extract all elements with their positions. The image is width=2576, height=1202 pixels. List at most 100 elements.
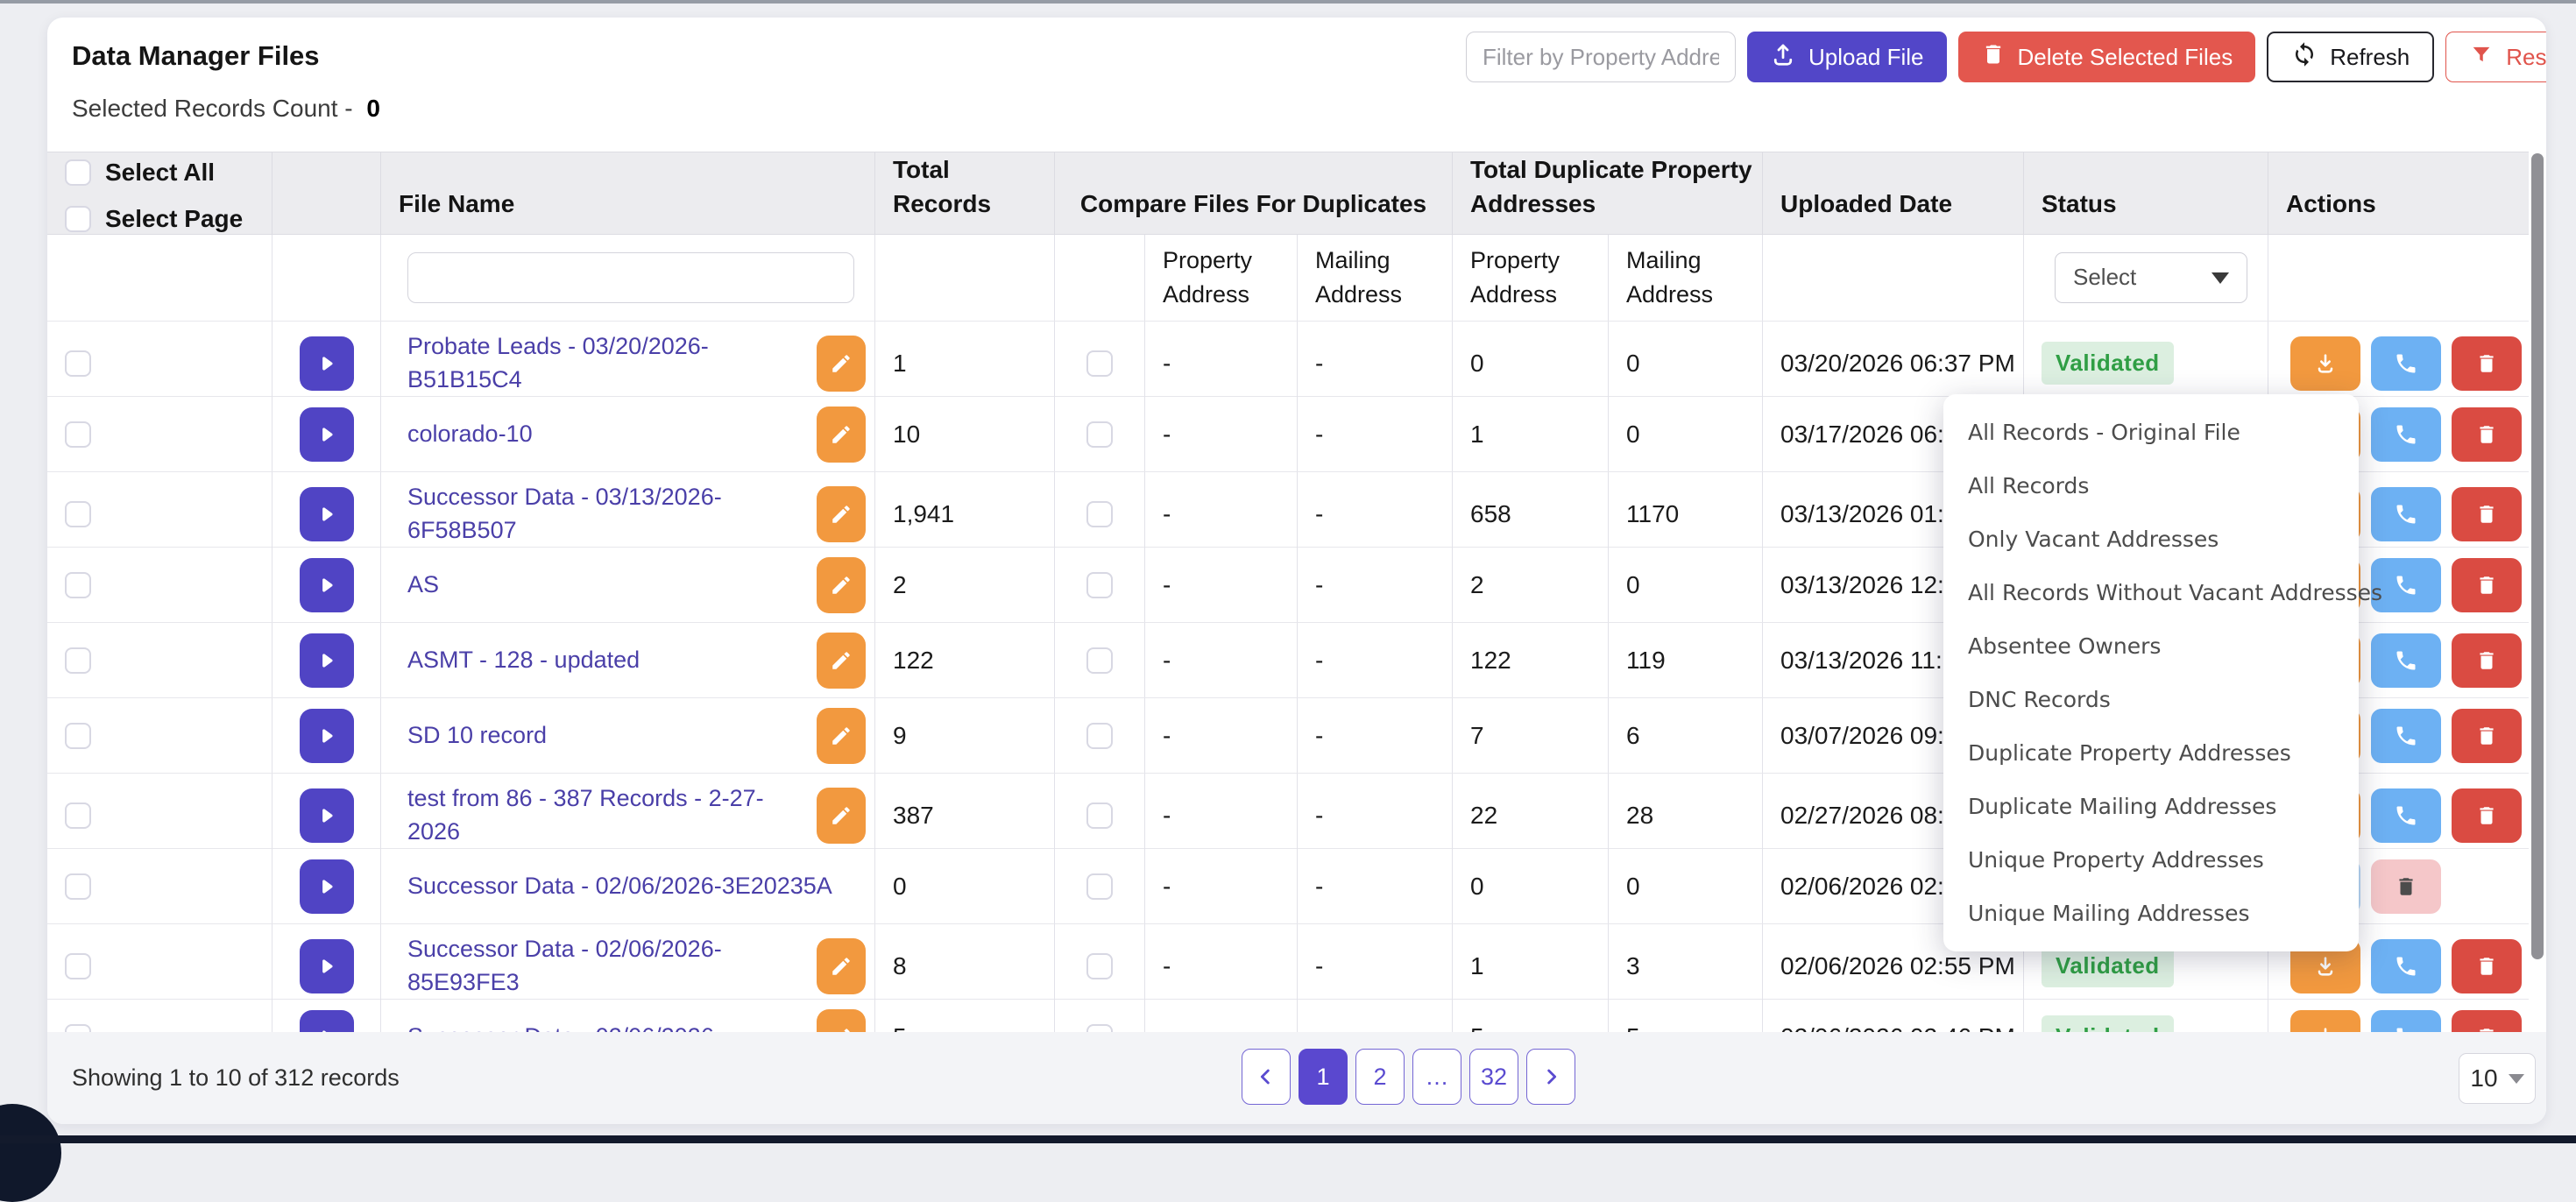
menu-item-without-vacant[interactable]: All Records Without Vacant Addresses	[1943, 566, 2359, 619]
edit-file-button[interactable]	[817, 336, 866, 392]
compare-checkbox[interactable]	[1086, 421, 1113, 448]
status-filter-select[interactable]: Select	[2055, 252, 2247, 303]
menu-item-all-records[interactable]: All Records	[1943, 459, 2359, 513]
duplicate-property-cell: 1	[1453, 397, 1609, 471]
file-name-link[interactable]: AS	[407, 569, 810, 602]
expand-row-button[interactable]	[300, 939, 354, 993]
edit-file-button[interactable]	[817, 407, 866, 463]
file-name-link[interactable]: colorado-10	[407, 418, 810, 451]
page-ellipsis-button[interactable]: …	[1412, 1049, 1461, 1105]
compare-checkbox[interactable]	[1086, 572, 1113, 598]
call-button[interactable]	[2371, 709, 2441, 763]
upload-file-button[interactable]: Upload File	[1747, 32, 1947, 82]
expand-row-button[interactable]	[300, 558, 354, 612]
edit-file-button[interactable]	[817, 633, 866, 689]
call-button[interactable]	[2371, 407, 2441, 462]
previous-page-button[interactable]	[1242, 1049, 1291, 1105]
delete-file-button[interactable]	[2452, 633, 2522, 688]
reset-filters-button[interactable]: Reset Filters	[2445, 32, 2546, 82]
showing-records-text: Showing 1 to 10 of 312 records	[72, 1032, 400, 1124]
menu-item-dnc-records[interactable]: DNC Records	[1943, 673, 2359, 726]
row-checkbox[interactable]	[65, 421, 91, 448]
refresh-button[interactable]: Refresh	[2267, 32, 2434, 82]
select-all-checkbox[interactable]	[65, 159, 91, 186]
expand-row-button[interactable]	[300, 487, 354, 541]
menu-item-all-records-original[interactable]: All Records - Original File	[1943, 406, 2359, 459]
selected-records-count: Selected Records Count - 0	[72, 95, 380, 123]
row-checkbox[interactable]	[65, 723, 91, 749]
expand-row-button[interactable]	[300, 336, 354, 391]
file-name-column-header: File Name	[381, 152, 875, 238]
trash-icon	[2475, 503, 2498, 526]
compare-checkbox[interactable]	[1086, 647, 1113, 674]
expand-row-button[interactable]	[300, 709, 354, 763]
row-checkbox[interactable]	[65, 572, 91, 598]
compare-checkbox[interactable]	[1086, 350, 1113, 377]
delete-file-button[interactable]	[2452, 709, 2522, 763]
caret-right-icon	[315, 574, 338, 597]
file-name-filter-input[interactable]	[407, 252, 854, 303]
delete-file-button[interactable]	[2452, 939, 2522, 993]
delete-file-button[interactable]	[2371, 859, 2441, 914]
page-button-1[interactable]: 1	[1299, 1049, 1348, 1105]
delete-selected-files-button[interactable]: Delete Selected Files	[1958, 32, 2256, 82]
menu-item-unique-property[interactable]: Unique Property Addresses	[1943, 833, 2359, 887]
row-checkbox[interactable]	[65, 501, 91, 527]
compare-checkbox[interactable]	[1086, 873, 1113, 900]
page-size-select[interactable]: 10	[2459, 1053, 2536, 1104]
compare-checkbox[interactable]	[1086, 723, 1113, 749]
vertical-scrollbar[interactable]	[2531, 153, 2544, 959]
expand-row-button[interactable]	[300, 788, 354, 843]
edit-file-button[interactable]	[817, 938, 866, 994]
select-page-checkbox[interactable]	[65, 206, 91, 232]
delete-file-button[interactable]	[2452, 788, 2522, 843]
compare-checkbox[interactable]	[1086, 803, 1113, 829]
duplicate-mailing-cell: 28	[1609, 774, 1763, 858]
duplicate-mailing-cell: 0	[1609, 548, 1763, 622]
expand-row-button[interactable]	[300, 407, 354, 462]
delete-file-button[interactable]	[2452, 336, 2522, 391]
call-button[interactable]	[2371, 633, 2441, 688]
file-name-link[interactable]: Successor Data - 03/13/2026-6F58B507	[407, 481, 810, 548]
download-file-button[interactable]	[2290, 336, 2360, 391]
row-checkbox[interactable]	[65, 873, 91, 900]
row-checkbox[interactable]	[65, 647, 91, 674]
menu-item-duplicate-property[interactable]: Duplicate Property Addresses	[1943, 726, 2359, 780]
file-name-link[interactable]: ASMT - 128 - updated	[407, 644, 810, 677]
total-records-column-header: Total Records	[875, 152, 1055, 238]
row-checkbox[interactable]	[65, 350, 91, 377]
page-button-32[interactable]: 32	[1469, 1049, 1518, 1105]
compare-checkbox[interactable]	[1086, 501, 1113, 527]
file-name-link[interactable]: Probate Leads - 03/20/2026-B51B15C4	[407, 330, 810, 397]
edit-file-button[interactable]	[817, 788, 866, 844]
compare-property-cell: -	[1145, 849, 1298, 923]
file-name-link[interactable]: SD 10 record	[407, 719, 810, 753]
menu-item-absentee-owners[interactable]: Absentee Owners	[1943, 619, 2359, 673]
menu-item-duplicate-mailing[interactable]: Duplicate Mailing Addresses	[1943, 780, 2359, 833]
compare-checkbox[interactable]	[1086, 953, 1113, 979]
menu-item-unique-mailing[interactable]: Unique Mailing Addresses	[1943, 887, 2359, 940]
edit-file-button[interactable]	[817, 708, 866, 764]
page-button-2[interactable]: 2	[1355, 1049, 1405, 1105]
delete-file-button[interactable]	[2452, 407, 2522, 462]
call-button[interactable]	[2371, 336, 2441, 391]
file-name-link[interactable]: test from 86 - 387 Records - 2-27-2026	[407, 782, 810, 849]
file-name-link[interactable]: Successor Data - 02/06/2026-85E93FE3	[407, 933, 810, 1000]
next-page-button[interactable]	[1526, 1049, 1575, 1105]
row-checkbox[interactable]	[65, 953, 91, 979]
menu-item-only-vacant[interactable]: Only Vacant Addresses	[1943, 513, 2359, 566]
property-address-filter-input[interactable]	[1466, 32, 1736, 82]
edit-file-button[interactable]	[817, 557, 866, 613]
expand-row-button[interactable]	[300, 859, 354, 914]
delete-file-button[interactable]	[2452, 487, 2522, 541]
compare-property-address-subheader: Property Address	[1145, 235, 1298, 321]
expand-row-button[interactable]	[300, 633, 354, 688]
duplicate-mailing-cell: 0	[1609, 322, 1763, 406]
edit-file-button[interactable]	[817, 486, 866, 542]
call-button[interactable]	[2371, 487, 2441, 541]
call-button[interactable]	[2371, 939, 2441, 993]
call-button[interactable]	[2371, 788, 2441, 843]
file-name-link[interactable]: Successor Data - 02/06/2026-3E20235A	[407, 870, 866, 903]
delete-file-button[interactable]	[2452, 558, 2522, 612]
row-checkbox[interactable]	[65, 803, 91, 829]
